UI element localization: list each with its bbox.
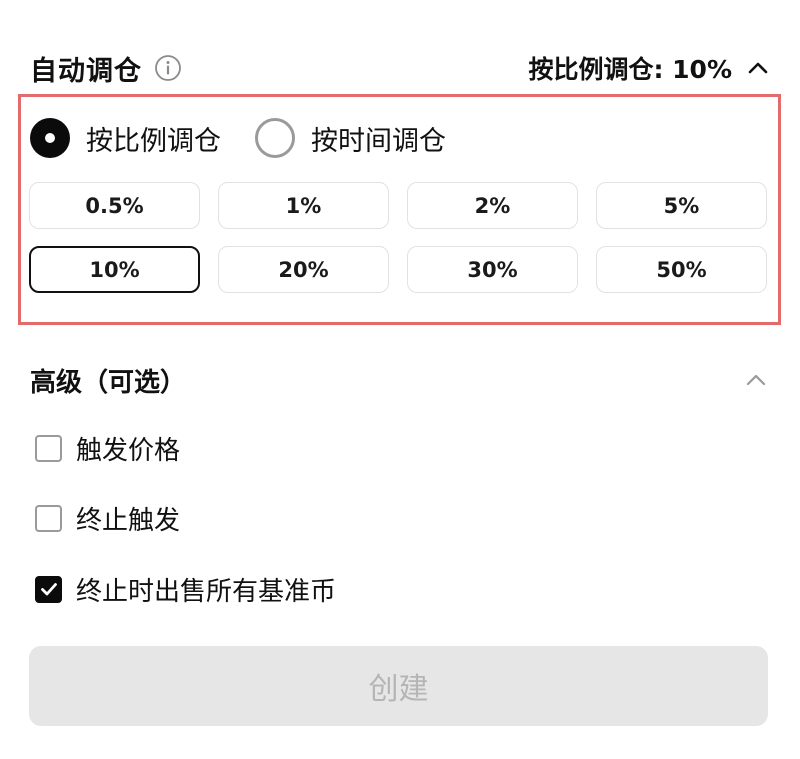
percent-option-button[interactable]: 0.5% bbox=[29, 182, 200, 229]
option-label: 触发价格 bbox=[76, 435, 181, 466]
auto-rebalance-title-group: 自动调仓 bbox=[30, 49, 182, 88]
radio-unchecked-icon[interactable] bbox=[255, 118, 295, 158]
percent-options-grid: 0.5% 1% 2% 5% 10% 20% 30% 50% bbox=[29, 182, 768, 293]
advanced-header[interactable]: 高级（可选） bbox=[30, 356, 768, 404]
radio-option-time[interactable]: 按时间调仓 bbox=[255, 118, 446, 158]
percent-option-button[interactable]: 2% bbox=[407, 182, 578, 229]
option-sell-base-on-stop[interactable]: 终止时出售所有基准币 bbox=[35, 569, 336, 609]
radio-option-ratio[interactable]: 按比例调仓 bbox=[30, 118, 221, 158]
auto-rebalance-toggle[interactable]: 按比例调仓: 10% bbox=[528, 50, 770, 86]
option-stop-trigger[interactable]: 终止触发 bbox=[35, 498, 180, 538]
percent-option-button[interactable]: 30% bbox=[407, 246, 578, 293]
radio-label: 按时间调仓 bbox=[311, 125, 446, 157]
percent-option-button[interactable]: 20% bbox=[218, 246, 389, 293]
chevron-up-icon[interactable] bbox=[744, 368, 768, 392]
option-trigger-price[interactable]: 触发价格 bbox=[35, 428, 180, 468]
checkmark-icon bbox=[40, 583, 57, 596]
option-label: 终止触发 bbox=[76, 505, 181, 536]
percent-option-button[interactable]: 50% bbox=[596, 246, 767, 293]
checkbox-unchecked-icon[interactable] bbox=[35, 504, 62, 532]
auto-rebalance-title: 自动调仓 bbox=[30, 55, 142, 87]
auto-rebalance-header: 自动调仓 按比例调仓: 10% bbox=[30, 46, 770, 90]
percent-option-button[interactable]: 1% bbox=[218, 182, 389, 229]
percent-option-button[interactable]: 5% bbox=[596, 182, 767, 229]
advanced-title: 高级（可选） bbox=[30, 367, 187, 398]
rebalance-summary: 按比例调仓: 10% bbox=[528, 55, 732, 84]
create-button[interactable]: 创建 bbox=[29, 646, 768, 726]
checkbox-checked-icon[interactable] bbox=[35, 575, 62, 603]
radio-checked-icon[interactable] bbox=[30, 118, 70, 158]
percent-option-button-selected[interactable]: 10% bbox=[29, 246, 200, 293]
rebalance-mode-group: 按比例调仓 按时间调仓 bbox=[30, 114, 480, 162]
info-icon[interactable] bbox=[154, 54, 182, 82]
chevron-up-icon[interactable] bbox=[746, 56, 770, 80]
radio-label: 按比例调仓 bbox=[86, 125, 221, 157]
option-label: 终止时出售所有基准币 bbox=[76, 576, 337, 607]
checkbox-unchecked-icon[interactable] bbox=[35, 434, 62, 462]
